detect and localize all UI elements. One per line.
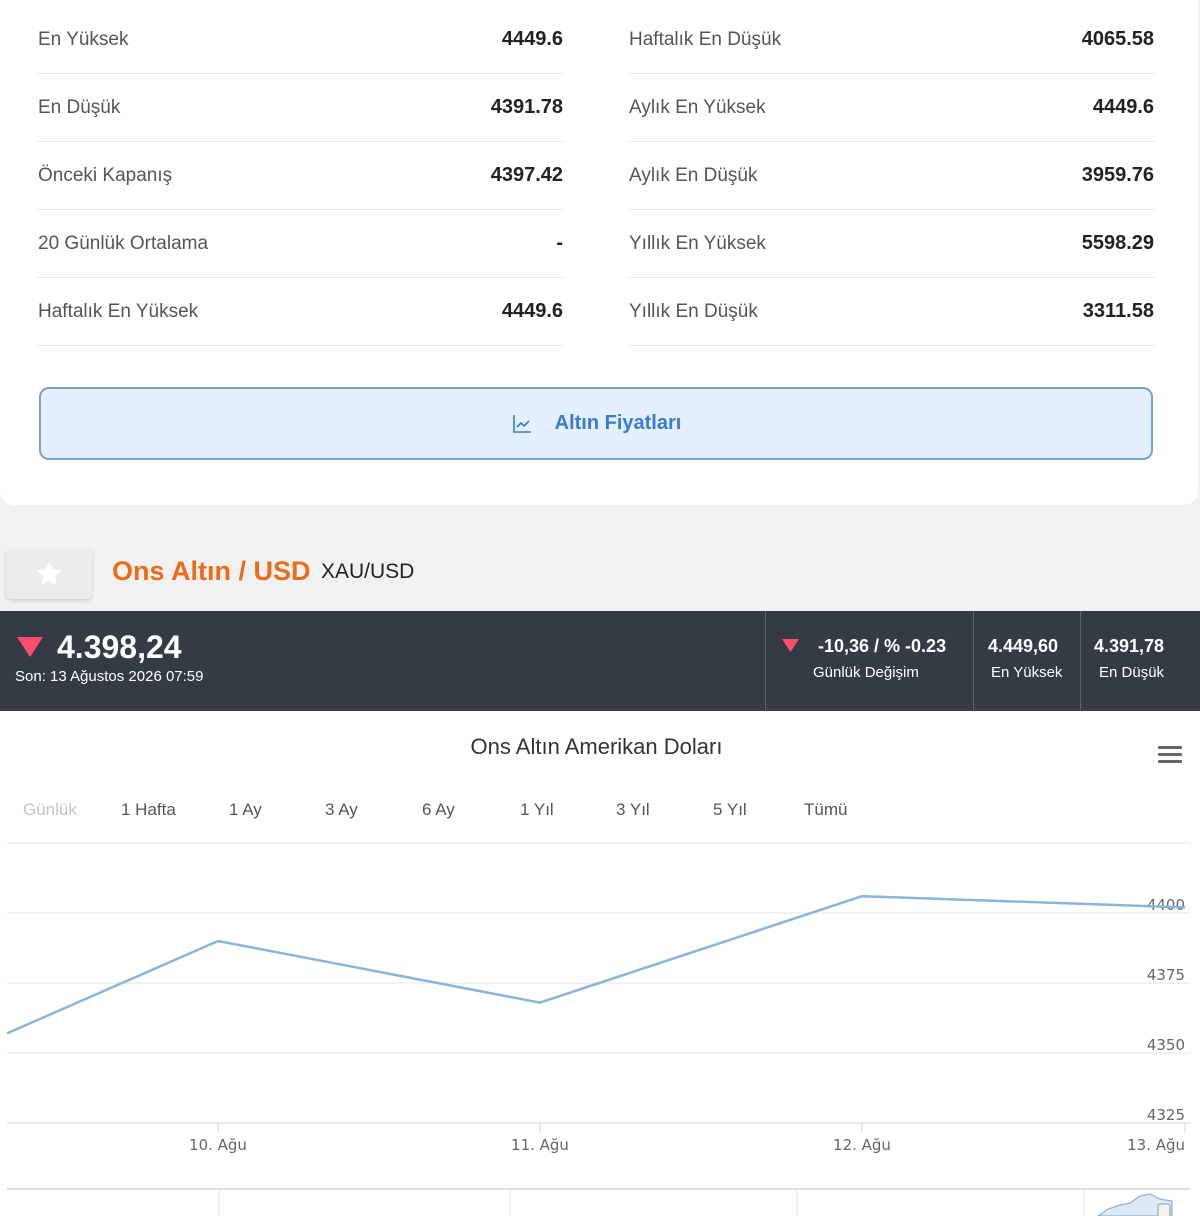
x-tick-label: 13. Ağu xyxy=(1127,1136,1185,1154)
stat-label: Yıllık En Düşük xyxy=(629,300,758,322)
chart-area: Ons Altın Amerikan Doları Günlük 1 Hafta… xyxy=(0,711,1200,1216)
down-arrow-icon xyxy=(782,639,799,652)
high-label: En Yüksek xyxy=(991,664,1063,681)
stats-column-left: En Yüksek 4449.6 En Düşük 4391.78 Önceki… xyxy=(38,6,563,346)
price-line-chart: 4400 4375 4350 4325 10. Ağu 11. Ağu 12. Ağu 13.… xyxy=(6,842,1190,1216)
favorite-button[interactable] xyxy=(6,549,92,599)
stat-row: Yıllık En Düşük 3311.58 xyxy=(629,278,1154,346)
series-line xyxy=(6,894,1186,1035)
stats-card: En Yüksek 4449.6 En Düşük 4391.78 Önceki… xyxy=(0,0,1198,505)
price-bar: 4.398,24 Son: 13 Ağustos 2026 07:59 -10,… xyxy=(0,611,1200,711)
y-tick-label: 4375 xyxy=(1147,966,1185,984)
daily-change-label: Günlük Değişim xyxy=(813,664,919,681)
gold-prices-button-label: Altın Fiyatları xyxy=(554,412,682,434)
stat-row: Önceki Kapanış 4397.42 xyxy=(38,142,563,210)
navigator-handle xyxy=(1157,1203,1171,1216)
last-update-time: Son: 13 Ağustos 2026 07:59 xyxy=(15,668,204,685)
stat-value: 4449.6 xyxy=(501,28,563,50)
stat-row: 20 Günlük Ortalama - xyxy=(38,210,563,278)
star-icon xyxy=(36,561,62,586)
daily-change-value: -10,36 / % -0.23 xyxy=(818,636,947,656)
high-value: 4.449,60 xyxy=(988,636,1059,656)
stats-column-right: Haftalık En Düşük 4065.58 Aylık En Yükse… xyxy=(629,6,1154,346)
stat-row: En Düşük 4391.78 xyxy=(38,74,563,142)
stat-value: 4449.6 xyxy=(1092,96,1154,118)
stat-label: Aylık En Düşük xyxy=(629,164,758,186)
gold-prices-button[interactable]: Altın Fiyatları xyxy=(39,387,1153,460)
stat-row: Haftalık En Yüksek 4449.6 xyxy=(38,278,563,346)
x-tick-label: 11. Ağu xyxy=(511,1136,569,1154)
low-cell: 4.391,78 En Düşük xyxy=(1080,611,1200,711)
stat-value: 3311.58 xyxy=(1082,300,1154,322)
stat-value: 4391.78 xyxy=(490,96,563,118)
stat-row: Aylık En Yüksek 4449.6 xyxy=(629,74,1154,142)
stat-label: Haftalık En Yüksek xyxy=(38,300,199,322)
stat-label: Yıllık En Yüksek xyxy=(629,232,766,254)
y-tick-label: 4400 xyxy=(1147,896,1185,914)
stat-value: 3959.76 xyxy=(1081,164,1154,186)
stat-row: Aylık En Düşük 3959.76 xyxy=(629,142,1154,210)
stat-value: 5598.29 xyxy=(1081,232,1154,254)
stat-label: Haftalık En Düşük xyxy=(629,28,782,50)
low-label: En Düşük xyxy=(1099,664,1165,681)
y-tick-label: 4325 xyxy=(1147,1106,1185,1124)
stat-label: 20 Günlük Ortalama xyxy=(38,232,209,254)
x-tick-label: 12. Ağu xyxy=(833,1136,891,1154)
stat-label: Aylık En Yüksek xyxy=(629,96,766,118)
stat-label: En Düşük xyxy=(38,96,121,118)
stat-label: Önceki Kapanış xyxy=(38,164,173,186)
stat-row: Yıllık En Yüksek 5598.29 xyxy=(629,210,1154,278)
stat-value: 4397.42 xyxy=(490,164,563,186)
y-tick-label: 4350 xyxy=(1147,1036,1185,1054)
line-chart-icon xyxy=(512,414,531,433)
stat-value: - xyxy=(556,232,563,254)
stat-value: 4065.58 xyxy=(1081,28,1154,50)
instrument-title: Ons Altın / USD xyxy=(112,556,311,586)
high-cell: 4.449,60 En Yüksek xyxy=(973,611,1080,711)
last-price: 4.398,24 xyxy=(57,629,182,665)
stat-row: Haftalık En Düşük 4065.58 xyxy=(629,6,1154,74)
x-tick-label: 10. Ağu xyxy=(189,1136,247,1154)
stat-row: En Yüksek 4449.6 xyxy=(38,6,563,74)
stat-label: En Yüksek xyxy=(38,28,129,50)
low-value: 4.391,78 xyxy=(1094,636,1165,656)
daily-change-cell: -10,36 / % -0.23 Günlük Değişim xyxy=(765,611,973,711)
down-arrow-icon xyxy=(17,637,43,657)
instrument-symbol: XAU/USD xyxy=(321,560,415,583)
stat-value: 4449.6 xyxy=(501,300,563,322)
